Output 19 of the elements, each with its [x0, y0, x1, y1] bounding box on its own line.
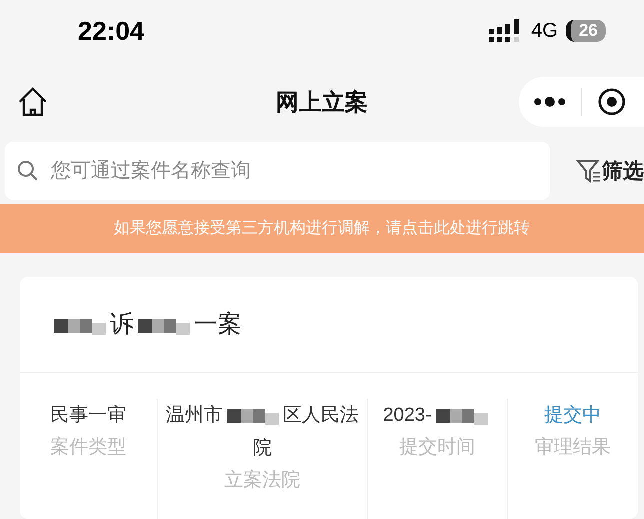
- field-label: 审理结果: [535, 436, 611, 460]
- case-card[interactable]: 诉 一案 民事一审 案件类型 温州市 区人民法院 立案法院 2023- 提交时间 提交中 审理结果: [20, 276, 638, 519]
- battery-level: 26: [566, 20, 606, 42]
- filter-button[interactable]: 筛选: [576, 157, 644, 186]
- search-field[interactable]: 您可通过案件名称查询: [49, 158, 538, 184]
- search-bar[interactable]: 您可通过案件名称查询: [5, 142, 550, 200]
- search-icon: [17, 160, 39, 182]
- field-label: 案件类型: [50, 436, 126, 460]
- status-time: 22:04: [78, 16, 144, 47]
- network-label: 4G: [531, 20, 558, 43]
- field-value: 民事一审: [50, 404, 126, 428]
- case-status: 提交中: [544, 404, 602, 428]
- case-title: 诉 一案: [20, 276, 638, 373]
- field-label: 立案法院: [224, 468, 300, 493]
- field-label: 提交时间: [400, 436, 476, 460]
- page-title: 网上立案: [275, 88, 369, 117]
- filter-icon: [576, 158, 602, 184]
- field-value: 2023-: [383, 398, 492, 432]
- field-value: 温州市 区人民法院: [165, 404, 360, 461]
